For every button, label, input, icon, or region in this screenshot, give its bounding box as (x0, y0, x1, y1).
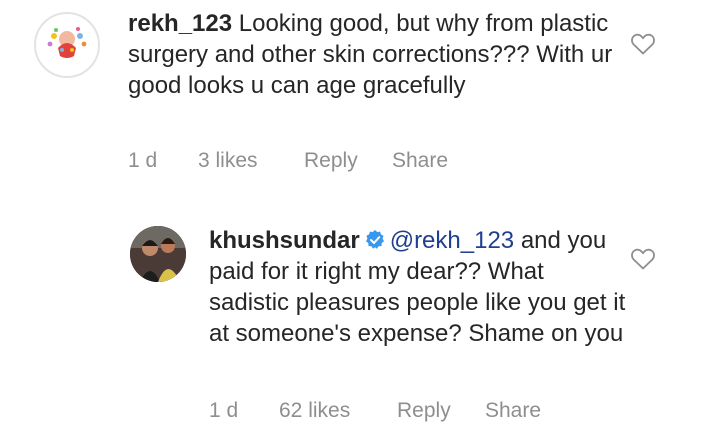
reply-button[interactable]: Reply (304, 149, 358, 173)
reply-button[interactable]: Reply (397, 399, 451, 423)
comment-username[interactable]: khushsundar (209, 227, 360, 254)
comments-thread: rekh_123 Looking good, but why from plas… (0, 0, 713, 445)
avatar[interactable] (130, 226, 186, 282)
comment-text: khushsundar @rekh_123 and you paid for i… (209, 225, 629, 349)
comment-item: rekh_123 Looking good, but why from plas… (0, 0, 713, 200)
share-button[interactable]: Share (392, 149, 448, 173)
comment-text: rekh_123 Looking good, but why from plas… (128, 8, 648, 101)
avatar[interactable] (34, 12, 100, 78)
share-button[interactable]: Share (485, 399, 541, 423)
likes-count[interactable]: 62 likes (279, 399, 350, 423)
heart-outline-icon[interactable] (630, 32, 656, 56)
comment-username[interactable]: rekh_123 (128, 10, 232, 37)
comment-reply-item: khushsundar @rekh_123 and you paid for i… (0, 215, 713, 445)
avatar-photo (130, 226, 186, 282)
avatar-illustration (37, 15, 97, 75)
mention-link[interactable]: @rekh_123 (390, 227, 514, 254)
heart-outline-icon[interactable] (630, 247, 656, 271)
verified-badge-icon (365, 230, 384, 249)
likes-count[interactable]: 3 likes (198, 149, 258, 173)
comment-time: 1 d (209, 399, 239, 422)
comment-time: 1 d (128, 149, 158, 172)
